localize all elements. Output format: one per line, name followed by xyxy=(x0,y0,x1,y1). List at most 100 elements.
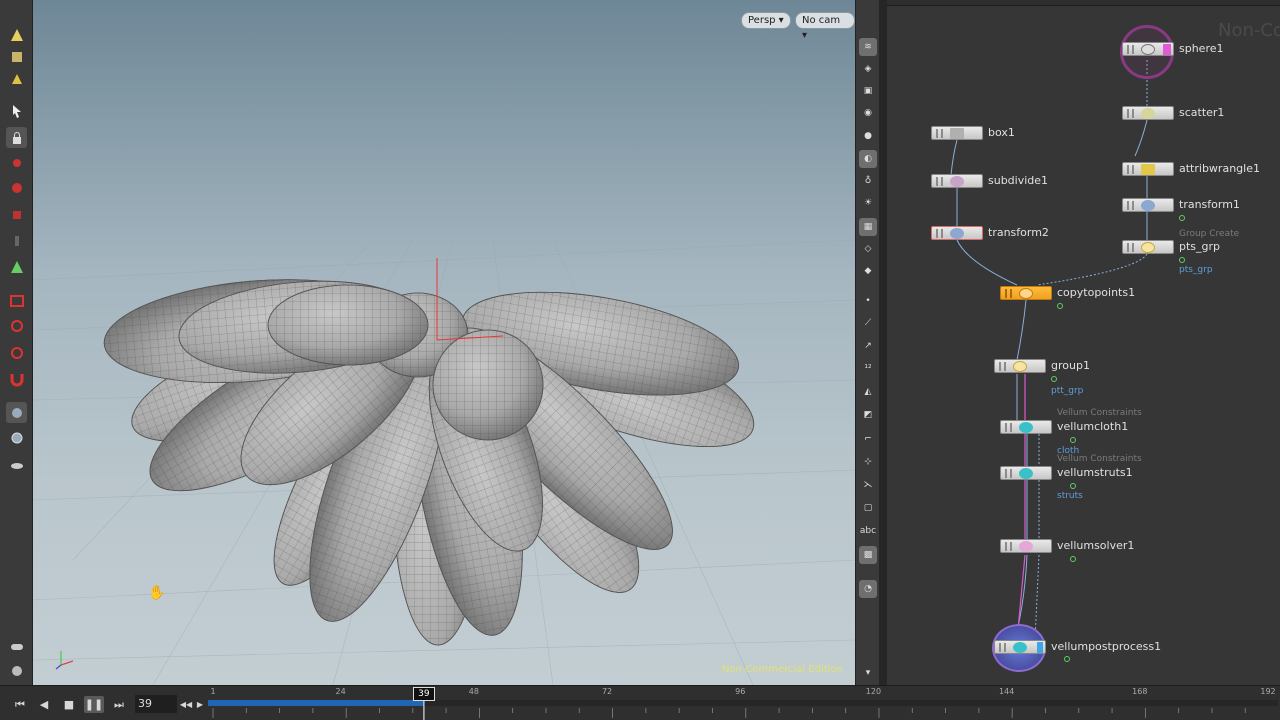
render-region-icon[interactable] xyxy=(6,453,27,474)
paint-tool-icon[interactable] xyxy=(6,342,27,363)
node-vellumstruts1-subtitle: Vellum Constraints xyxy=(1057,454,1142,464)
node-pts-grp-flag xyxy=(1179,257,1185,263)
jump-start-button[interactable]: ⏮ xyxy=(10,696,30,713)
node-vellumstruts1-label: vellumstruts1 xyxy=(1057,466,1133,479)
node-pts-grp-label: pts_grp xyxy=(1179,240,1221,253)
node-sphere1-label: sphere1 xyxy=(1179,42,1224,55)
ghost-icon[interactable]: ◈ xyxy=(859,60,877,78)
node-copytopoints1-flag xyxy=(1057,303,1063,309)
lock-camera-icon[interactable]: ▣ xyxy=(859,82,877,100)
frame-ruler[interactable]: 1 24 48 72 96 120 144 168 192 39 xyxy=(208,686,1280,720)
pause-button[interactable]: ❚❚ xyxy=(84,696,104,713)
numbers-icon[interactable]: ¹² xyxy=(859,360,877,378)
node-subdivide1-label: subdivide1 xyxy=(988,174,1049,187)
image-display-icon[interactable]: ▩ xyxy=(859,546,877,564)
display-options-icon[interactable] xyxy=(6,660,27,681)
svg-text:✋: ✋ xyxy=(148,584,165,601)
ruler-tick-label: 144 xyxy=(998,687,1015,696)
camera-menu-button[interactable]: No cam ▾ xyxy=(795,12,855,41)
playhead-frame-label[interactable]: 39 xyxy=(412,687,435,701)
node-transform2-label: transform2 xyxy=(988,226,1049,239)
node-group1-group: ptt_grp xyxy=(1051,386,1084,396)
bulb-icon[interactable]: ♁ xyxy=(859,172,877,190)
vector-icon[interactable]: ↗ xyxy=(859,337,877,355)
left-toolbar xyxy=(0,0,33,685)
light-icon[interactable]: ◐ xyxy=(859,150,877,168)
display-toolbar: ≋ ◈ ▣ ◉ ● ◐ ♁ ☀ ▦ ◇ ◆ • ⟋ ↗ ¹² ◭ ◩ ⌐ ⊹ ⋋… xyxy=(855,0,879,685)
network-editor[interactable]: Non-Co sphere1 scatter1 box1 attribwrang… xyxy=(887,0,1280,685)
ruler-tick-label: 96 xyxy=(735,687,746,696)
node-vellumsolver1-label: vellumsolver1 xyxy=(1057,539,1135,552)
houdini-window: ✋ Persp ▾ No cam ▾ Non-Commercial Editio… xyxy=(0,0,1280,720)
played-range-bar xyxy=(208,700,424,706)
lock-icon[interactable] xyxy=(6,127,27,148)
rotate-tool-icon[interactable] xyxy=(6,177,27,198)
brush-tool-icon[interactable] xyxy=(6,68,27,89)
toggle-icon[interactable] xyxy=(6,636,27,657)
node-vellumcloth1-subtitle: Vellum Constraints xyxy=(1057,408,1142,418)
wire-icon[interactable]: ◆ xyxy=(859,262,877,280)
backface-icon[interactable]: ▢ xyxy=(859,499,877,517)
headlight-icon[interactable]: ☀ xyxy=(859,194,877,212)
node-copytopoints1-label: copytopoints1 xyxy=(1057,286,1136,299)
normals-icon[interactable]: ⟋ xyxy=(859,314,877,332)
sphere-display-icon[interactable] xyxy=(6,427,27,448)
pane-divider[interactable] xyxy=(879,0,887,685)
lasso-tool-icon[interactable] xyxy=(6,316,27,337)
camera-tool-icon[interactable] xyxy=(6,290,27,311)
magnet-icon[interactable] xyxy=(6,368,27,389)
unplayed-range-bar xyxy=(423,700,1279,706)
template-icon[interactable]: ◇ xyxy=(859,240,877,258)
shading-icon[interactable]: ● xyxy=(859,127,877,145)
node-vellumcloth1-label: vellumcloth1 xyxy=(1057,420,1129,433)
vertex-display-icon[interactable]: ◭ xyxy=(859,383,877,401)
current-frame-field[interactable]: 39 xyxy=(135,695,177,713)
scene-viewport[interactable]: ✋ Persp ▾ No cam ▾ Non-Commercial Editio… xyxy=(33,0,855,685)
node-vellumpostprocess1-label: vellumpostprocess1 xyxy=(1051,640,1162,653)
scene-geometry: ✋ xyxy=(33,239,855,685)
node-wires xyxy=(950,60,1148,641)
snap-tool-icon[interactable] xyxy=(6,256,27,277)
ruler-tick-label: 192 xyxy=(1260,687,1276,696)
step-back-button[interactable]: ◀◀ xyxy=(180,696,192,713)
stop-button[interactable]: ■ xyxy=(59,696,79,713)
snapshot-icon[interactable]: ◔ xyxy=(859,580,877,598)
node-group1-flag xyxy=(1051,376,1057,382)
grid-icon[interactable]: ▦ xyxy=(859,218,877,236)
node-box1-label: box1 xyxy=(988,126,1015,139)
grid-snap-icon[interactable] xyxy=(6,402,27,423)
ruler-tick-label: 72 xyxy=(601,687,613,696)
bracket-icon[interactable]: ⌐ xyxy=(859,430,877,448)
node-transform1-flag xyxy=(1179,215,1185,221)
node-pts-grp-group: pts_grp xyxy=(1179,265,1213,275)
node-vellumcloth1-flag xyxy=(1070,437,1076,443)
persp-menu-button[interactable]: Persp ▾ xyxy=(741,12,791,29)
visibility-icon[interactable]: ◉ xyxy=(859,104,877,122)
display-options-icon[interactable]: ≋ xyxy=(859,38,877,56)
face-display-icon[interactable]: ◩ xyxy=(859,406,877,424)
viewport-watermark: Non-Commercial Edition xyxy=(721,664,843,675)
handle-tool-icon[interactable] xyxy=(6,46,27,67)
pose-tool-icon[interactable] xyxy=(6,230,27,251)
select-arrow-icon[interactable] xyxy=(6,100,27,121)
jump-end-button[interactable]: ⏭ xyxy=(109,696,129,713)
curve-display-icon[interactable]: ⋋ xyxy=(859,476,877,494)
node-vellumsolver1-flag xyxy=(1070,556,1076,562)
ruler-tick-label: 1 xyxy=(210,687,216,696)
node-scatter1-label: scatter1 xyxy=(1179,106,1225,119)
node-transform1-label: transform1 xyxy=(1179,198,1240,211)
persp-label: Persp xyxy=(748,15,776,26)
node-vellumpostprocess1-flag xyxy=(1064,656,1070,662)
scale-tool-icon[interactable] xyxy=(6,204,27,225)
text-display-icon[interactable]: abc xyxy=(859,522,877,540)
node-attribwrangle1-label: attribwrangle1 xyxy=(1179,162,1260,175)
play-reverse-button[interactable]: ◀ xyxy=(34,696,54,713)
view-tool-icon[interactable] xyxy=(6,24,27,45)
scroll-down-icon[interactable]: ▾ xyxy=(859,664,877,682)
uv-display-icon[interactable]: ⊹ xyxy=(859,453,877,471)
ruler-tick-label: 120 xyxy=(865,687,882,696)
timeline-bar: ⏮ ◀ ■ ❚❚ ⏭ 39 ◀◀ ▶ 1 24 48 72 96 120 144 168 192… xyxy=(0,685,1280,720)
step-forward-button[interactable]: ▶ xyxy=(194,696,206,713)
move-tool-icon[interactable] xyxy=(6,152,27,173)
point-display-icon[interactable]: • xyxy=(859,292,877,310)
